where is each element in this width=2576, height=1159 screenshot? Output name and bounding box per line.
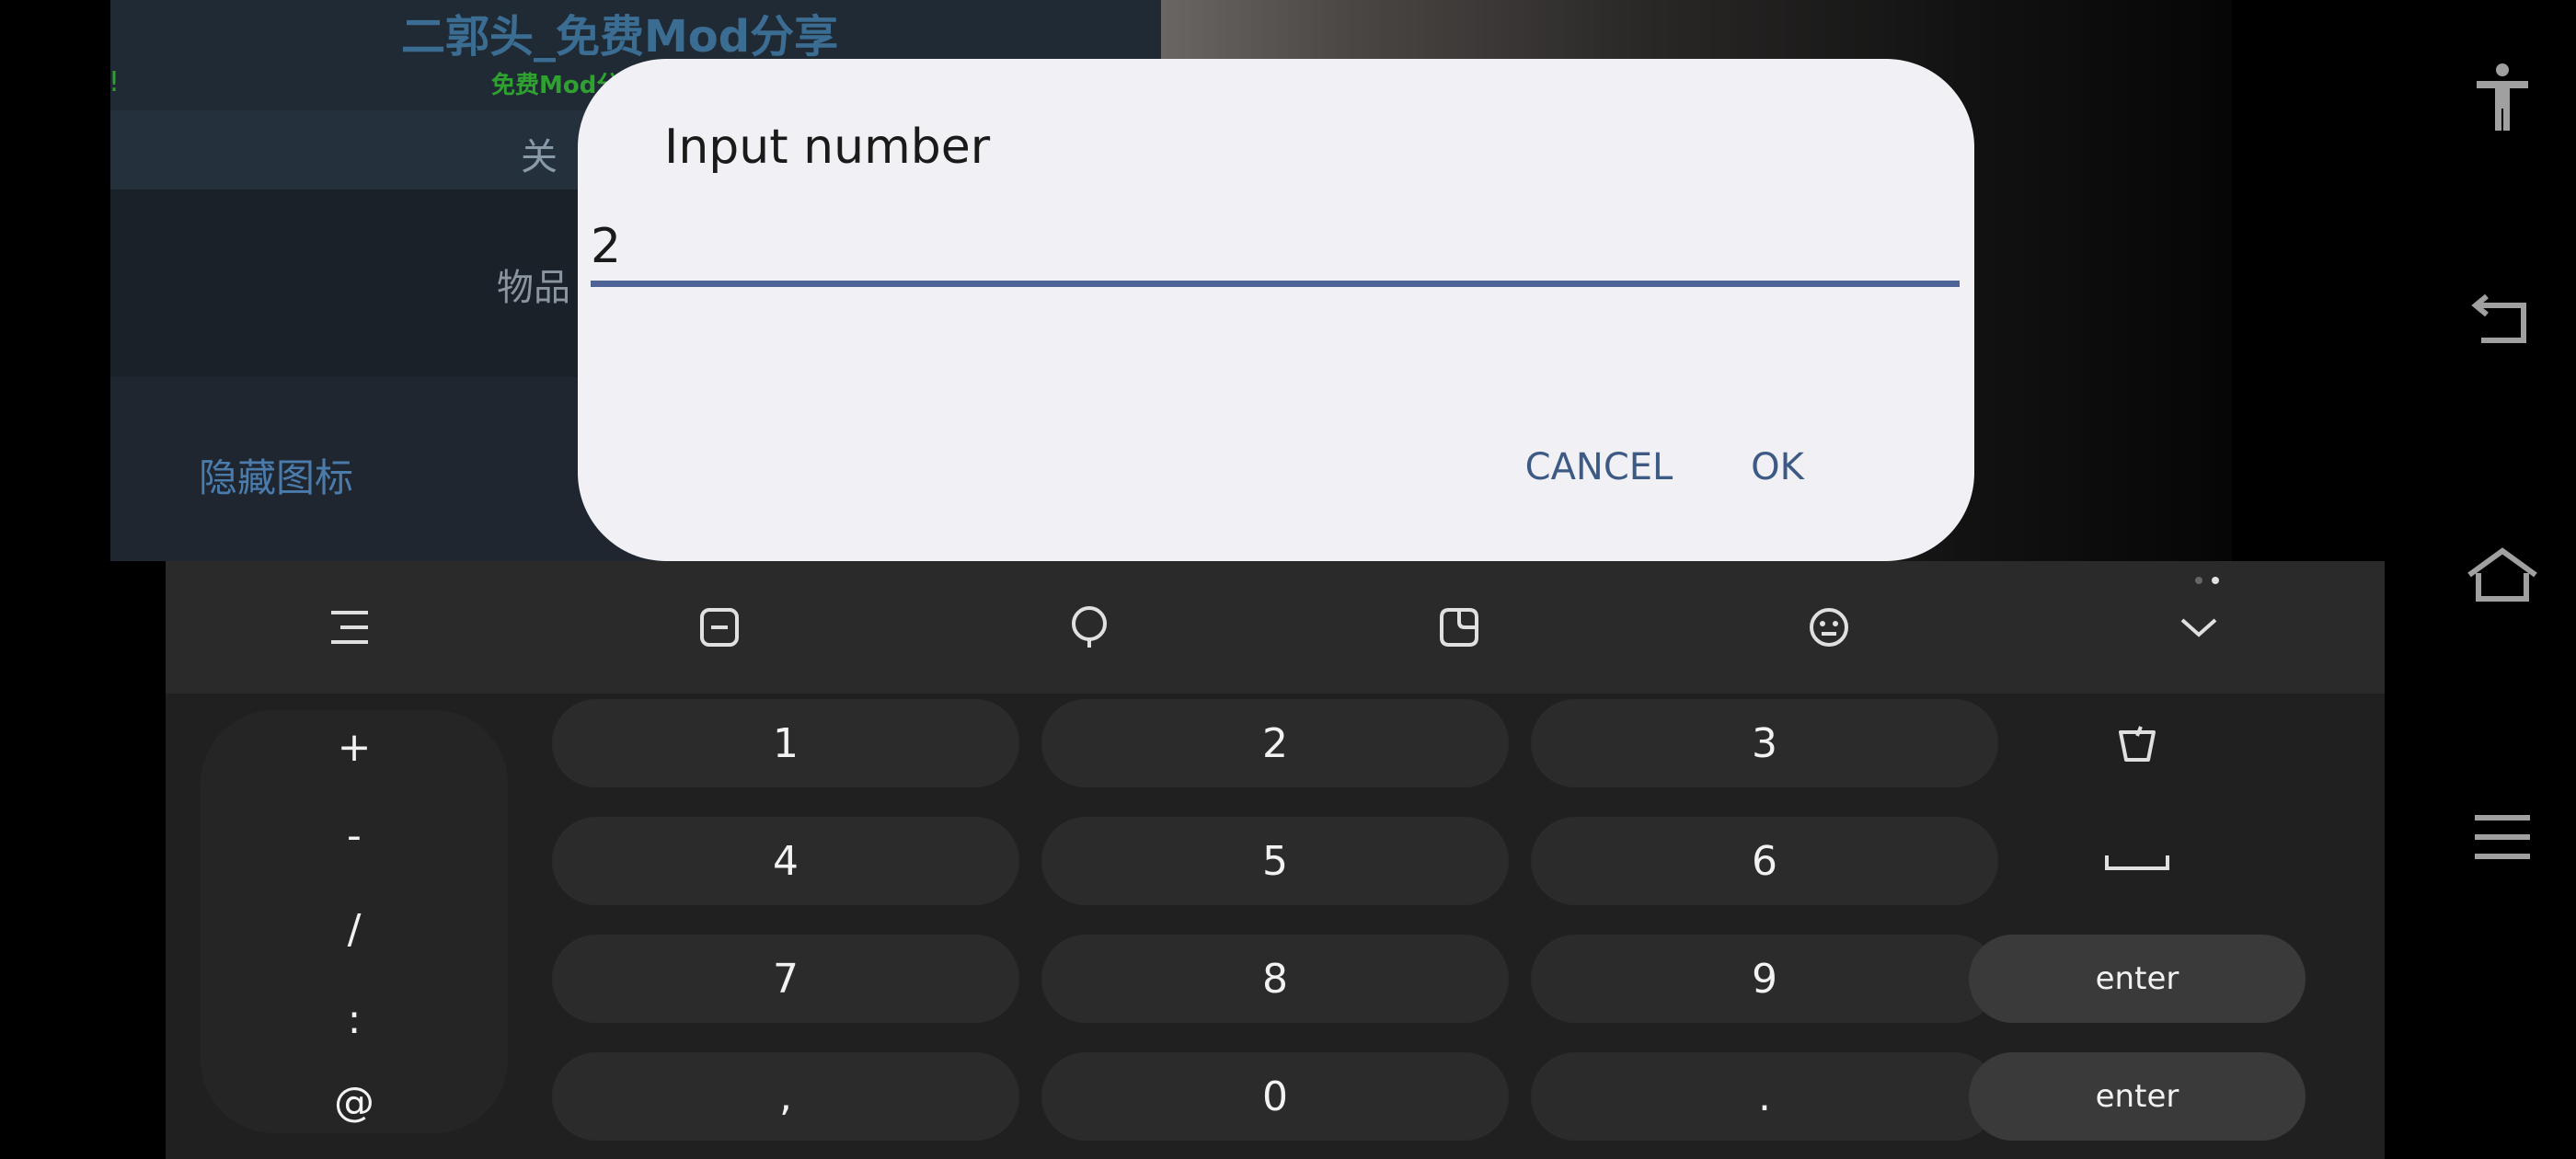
background-item-label: 物品 [497, 267, 570, 309]
dialog-title: Input number [664, 120, 991, 175]
space-icon [2105, 855, 2169, 870]
background-left-fragment: ! [109, 66, 121, 98]
symbol-key-plus[interactable]: + [201, 710, 508, 784]
page-dots-icon [2195, 577, 2219, 584]
key-5[interactable]: 5 [1041, 817, 1509, 905]
input-number-dialog: Input number CANCEL OK [578, 59, 1974, 561]
key-8[interactable]: 8 [1041, 935, 1509, 1023]
voice-icon[interactable] [1052, 591, 1126, 664]
cancel-button[interactable]: CANCEL [1512, 430, 1685, 504]
number-input[interactable] [591, 213, 1960, 280]
hide-icon-button[interactable]: 隐藏图标 [199, 447, 353, 503]
enter-key[interactable]: enter [1969, 935, 2306, 1023]
enter-key-secondary[interactable]: enter [1969, 1052, 2306, 1141]
key-1[interactable]: 1 [552, 699, 1019, 787]
collapse-keyboard-icon[interactable] [2162, 591, 2236, 664]
backspace-key[interactable] [1969, 699, 2306, 787]
background-tab-label[interactable]: 关 [521, 127, 558, 180]
system-navigation-bar [2429, 0, 2576, 1159]
emoji-icon[interactable] [1792, 591, 1866, 664]
symbol-key-minus[interactable]: - [201, 798, 508, 872]
clipboard-icon[interactable] [683, 591, 756, 664]
key-4[interactable]: 4 [552, 817, 1019, 905]
recents-menu-icon[interactable] [2456, 791, 2548, 883]
keyboard-toolbar [166, 561, 2385, 694]
key-3[interactable]: 3 [1531, 699, 1998, 787]
key-2[interactable]: 2 [1041, 699, 1509, 787]
space-key[interactable] [1969, 817, 2306, 905]
numeric-keyboard: + - / : @ 1 2 3 4 5 6 7 8 9 , 0 . enter … [166, 561, 2385, 1159]
key-0[interactable]: 0 [1041, 1052, 1509, 1141]
accessibility-icon[interactable] [2456, 52, 2548, 143]
home-icon[interactable] [2456, 530, 2548, 622]
symbol-key-colon[interactable]: : [201, 982, 508, 1056]
symbol-key-slash[interactable]: / [201, 892, 508, 966]
key-comma[interactable]: , [552, 1052, 1019, 1141]
key-period[interactable]: . [1531, 1052, 1998, 1141]
menu-icon[interactable] [313, 591, 386, 664]
backspace-icon [2119, 726, 2156, 762]
input-underline [591, 281, 1960, 287]
ok-button[interactable]: OK [1741, 430, 1814, 504]
key-9[interactable]: 9 [1531, 935, 1998, 1023]
key-7[interactable]: 7 [552, 935, 1019, 1023]
background-app-title: 二郭头_免费Mod分享 [401, 11, 839, 63]
sticker-icon[interactable] [1422, 591, 1496, 664]
back-icon[interactable] [2456, 272, 2548, 364]
key-6[interactable]: 6 [1531, 817, 1998, 905]
symbol-key-at[interactable]: @ [201, 1065, 508, 1139]
